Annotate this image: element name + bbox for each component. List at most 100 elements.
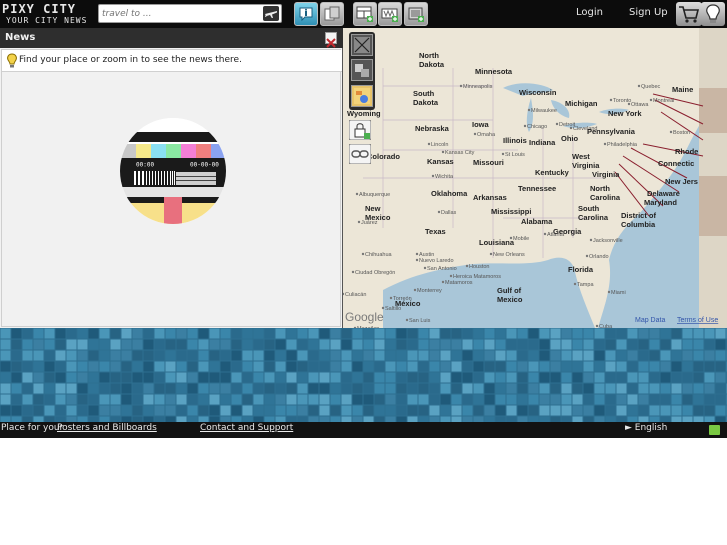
news-panel-body: Find your place or zoom in to see the ne…: [1, 49, 342, 327]
mosaic-tile: [352, 405, 363, 416]
mosaic-tile: [572, 394, 583, 405]
contact-support-link[interactable]: Contact and Support: [200, 423, 293, 433]
map-state-label: Louisiana: [479, 238, 515, 247]
mosaic-tile: [187, 361, 198, 372]
tips-button[interactable]: [701, 2, 725, 26]
mosaic-tile: [220, 394, 231, 405]
tile-pattern: [0, 328, 727, 422]
layers-button[interactable]: [320, 2, 344, 26]
cart-button[interactable]: [676, 2, 702, 26]
mosaic-tile: [231, 339, 242, 350]
city-dot: [351, 270, 355, 274]
map-state-label: New Jers: [665, 177, 698, 186]
language-selector[interactable]: ► English: [625, 423, 667, 433]
mosaic-tile: [0, 328, 11, 339]
layers-view-button[interactable]: [351, 59, 373, 81]
google-logo: Google: [345, 310, 384, 324]
map-state-label: Georgia: [553, 227, 582, 236]
mosaic-tile: [682, 328, 693, 339]
city-dot: [637, 84, 641, 88]
mosaic-tile: [385, 405, 396, 416]
add-frame-button[interactable]: [404, 2, 428, 26]
mosaic-tile: [407, 405, 418, 416]
map-state-label: Oklahoma: [431, 189, 468, 198]
city-dot: [527, 108, 531, 112]
lock-button[interactable]: [348, 119, 372, 141]
mosaic-tile: [11, 383, 22, 394]
mosaic-tile: [110, 372, 121, 383]
mosaic-tile: [319, 372, 330, 383]
mosaic-tile: [704, 339, 715, 350]
mosaic-tile: [693, 394, 704, 405]
mosaic-tile: [484, 405, 495, 416]
mosaic-tile: [462, 405, 473, 416]
map-canvas[interactable]: MinneapolisMilwaukeeChicago DetroitToront…: [343, 28, 727, 328]
mosaic-tile: [110, 328, 121, 339]
mosaic-tile: [693, 372, 704, 383]
mosaic-tile: [143, 339, 154, 350]
mosaic-tile: [660, 339, 671, 350]
info-button[interactable]: [294, 2, 318, 26]
satellite-view-button[interactable]: [351, 34, 373, 56]
map-data-link[interactable]: Map Data: [635, 317, 665, 324]
mosaic-tile: [264, 361, 275, 372]
city-dot: [473, 132, 477, 136]
mosaic-tile: [451, 350, 462, 361]
map-state-label: Pennsylvania: [587, 127, 636, 136]
add-billboard-button[interactable]: [353, 2, 377, 26]
close-button[interactable]: [325, 32, 337, 48]
posters-billboards-link[interactable]: Posters and Billboards: [57, 423, 157, 433]
mosaic-tile: [165, 394, 176, 405]
login-link[interactable]: Login: [576, 7, 603, 18]
add-poster-button[interactable]: [378, 2, 402, 26]
mosaic-tile: [374, 405, 385, 416]
logo-title: PIXY CITY: [2, 2, 77, 16]
mosaic-tile: [605, 328, 616, 339]
mosaic-tile: [627, 328, 638, 339]
map-city-label: Omaha: [477, 132, 496, 138]
mosaic-tile: [517, 394, 528, 405]
link-button[interactable]: [348, 143, 372, 165]
mosaic-tile: [187, 372, 198, 383]
mosaic-tile: [297, 339, 308, 350]
signup-link[interactable]: Sign Up: [629, 7, 668, 18]
mosaic-tile: [231, 350, 242, 361]
mosaic-tile: [550, 394, 561, 405]
airplane-icon[interactable]: [263, 6, 279, 21]
logo[interactable]: PIXY CITY YOUR CITY NEWS: [2, 2, 88, 26]
mosaic-tile: [286, 405, 297, 416]
terms-of-use-link[interactable]: Terms of Use: [677, 317, 718, 324]
mosaic-tile: [385, 339, 396, 350]
map-view-button[interactable]: [351, 85, 373, 107]
mosaic-tile: [418, 361, 429, 372]
mosaic-tile: [451, 372, 462, 383]
travel-search-input[interactable]: [102, 6, 262, 21]
city-dot: [585, 254, 589, 258]
mosaic-tile: [66, 328, 77, 339]
mosaic-tile: [165, 361, 176, 372]
mosaic-tile: [99, 339, 110, 350]
mosaic-tile: [605, 394, 616, 405]
mosaic-tile: [253, 328, 264, 339]
mosaic-tile: [110, 405, 121, 416]
mosaic-tile: [616, 339, 627, 350]
mosaic-tile: [0, 394, 11, 405]
map-state-label: Tennessee: [518, 184, 556, 193]
mosaic-tile: [330, 328, 341, 339]
mosaic-tile: [660, 361, 671, 372]
mosaic-tile: [264, 394, 275, 405]
mosaic-tile: [209, 361, 220, 372]
mosaic-tile: [55, 350, 66, 361]
mosaic-tile: [715, 383, 726, 394]
mosaic-tile: [572, 383, 583, 394]
mosaic-tile: [583, 339, 594, 350]
mosaic-tile: [22, 350, 33, 361]
city-dot: [405, 318, 409, 322]
mosaic-tile: [517, 405, 528, 416]
map-state-label: Mexico: [365, 213, 391, 222]
feedback-icon[interactable]: [709, 425, 720, 435]
map-view[interactable]: Minneapolis Milwaukee Chicago Detroit Toront…: [343, 28, 727, 328]
map-state-label: Minnesota: [475, 67, 513, 76]
mosaic-tile: [396, 361, 407, 372]
mosaic-tile: [418, 328, 429, 339]
